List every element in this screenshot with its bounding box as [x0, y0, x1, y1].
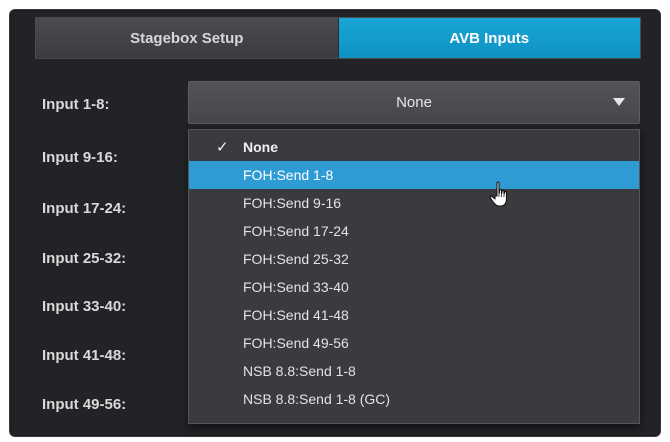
- menu-item-label: FOH:Send 33-40: [243, 279, 349, 295]
- input-1-8-select[interactable]: None: [188, 81, 640, 124]
- input-label-33-40: Input 33-40:: [42, 298, 127, 315]
- input-label-17-24: Input 17-24:: [42, 200, 127, 217]
- tab-avb-inputs[interactable]: AVB Inputs: [338, 18, 640, 58]
- dropdown-menu: ✓ None FOH:Send 1-8 FOH:Send 9-16 FOH:Se…: [188, 129, 640, 424]
- menu-item-foh-send-17-24[interactable]: FOH:Send 17-24: [189, 217, 639, 245]
- menu-item-label: FOH:Send 9-16: [243, 195, 342, 211]
- tab-stagebox-setup[interactable]: Stagebox Setup: [36, 18, 339, 58]
- menu-item-foh-send-1-8[interactable]: FOH:Send 1-8: [189, 161, 639, 189]
- input-label-1-8: Input 1-8:: [42, 96, 110, 113]
- menu-item-label: FOH:Send 41-48: [243, 307, 349, 323]
- triangle-down-icon[interactable]: [613, 98, 625, 106]
- menu-item-label: FOH:Send 1-8: [243, 167, 334, 183]
- menu-item-label: None: [243, 139, 278, 155]
- menu-item-none[interactable]: ✓ None: [189, 133, 639, 161]
- select-value: None: [396, 94, 432, 111]
- menu-item-label: FOH:Send 17-24: [243, 223, 349, 239]
- tab-bar: Stagebox Setup AVB Inputs: [35, 17, 641, 59]
- menu-item-nsb-send-1-8-gc[interactable]: NSB 8.8:Send 1-8 (GC): [189, 385, 639, 413]
- checkmark-icon: ✓: [216, 139, 229, 156]
- menu-item-foh-send-9-16[interactable]: FOH:Send 9-16: [189, 189, 639, 217]
- input-label-49-56: Input 49-56:: [42, 396, 127, 413]
- menu-item-foh-send-49-56[interactable]: FOH:Send 49-56: [189, 329, 639, 357]
- menu-item-label: FOH:Send 25-32: [243, 251, 349, 267]
- menu-item-label: NSB 8.8:Send 1-8: [243, 363, 356, 379]
- menu-item-foh-send-33-40[interactable]: FOH:Send 33-40: [189, 273, 639, 301]
- menu-item-nsb-send-1-8[interactable]: NSB 8.8:Send 1-8: [189, 357, 639, 385]
- menu-item-label: NSB 8.8:Send 1-8 (GC): [243, 391, 391, 407]
- input-label-25-32: Input 25-32:: [42, 250, 127, 267]
- hand-pointer-cursor-icon: [489, 181, 508, 207]
- menu-item-foh-send-25-32[interactable]: FOH:Send 25-32: [189, 245, 639, 273]
- menu-item-foh-send-41-48[interactable]: FOH:Send 41-48: [189, 301, 639, 329]
- input-label-9-16: Input 9-16:: [42, 149, 118, 166]
- input-label-41-48: Input 41-48:: [42, 347, 127, 364]
- menu-item-label: FOH:Send 49-56: [243, 335, 349, 351]
